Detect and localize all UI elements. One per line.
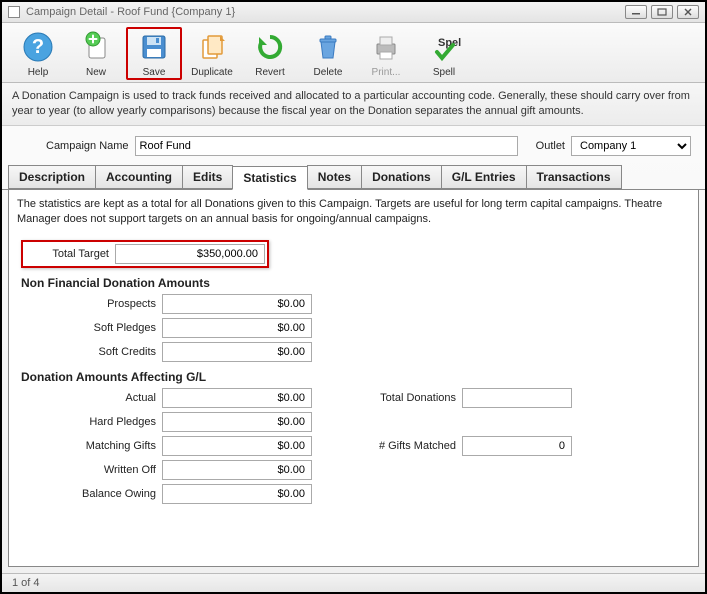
- svg-text:?: ?: [32, 36, 44, 58]
- section-gl: Donation Amounts Affecting G/L: [21, 370, 690, 384]
- outlet-label: Outlet: [536, 140, 565, 152]
- spell-button[interactable]: Spell Spell: [416, 27, 472, 80]
- written-off-label: Written Off: [17, 464, 162, 476]
- delete-label: Delete: [300, 67, 356, 78]
- delete-icon: [310, 29, 346, 65]
- statistics-intro: The statistics are kept as a total for a…: [17, 197, 690, 227]
- help-label: Help: [10, 67, 66, 78]
- revert-button[interactable]: Revert: [242, 27, 298, 80]
- help-button[interactable]: ? Help: [10, 27, 66, 80]
- total-target-input[interactable]: [115, 244, 265, 264]
- outlet-select[interactable]: Company 1: [571, 136, 691, 156]
- revert-label: Revert: [242, 67, 298, 78]
- new-button[interactable]: New: [68, 27, 124, 80]
- header-form: Campaign Name Outlet Company 1: [2, 126, 705, 164]
- total-donations-label: Total Donations: [342, 392, 462, 404]
- save-button[interactable]: Save: [126, 27, 182, 80]
- tab-edits[interactable]: Edits: [182, 165, 233, 189]
- duplicate-icon: [194, 29, 230, 65]
- balance-owing-label: Balance Owing: [17, 488, 162, 500]
- actual-label: Actual: [17, 392, 162, 404]
- tab-accounting[interactable]: Accounting: [95, 165, 183, 189]
- delete-button[interactable]: Delete: [300, 27, 356, 80]
- statusbar: 1 of 4: [2, 573, 705, 592]
- tab-notes[interactable]: Notes: [307, 165, 362, 189]
- print-icon: [368, 29, 404, 65]
- toolbar: ? Help New Save Duplicate Rever: [2, 23, 705, 83]
- matching-gifts-input[interactable]: [162, 436, 312, 456]
- prospects-label: Prospects: [17, 298, 162, 310]
- save-icon: [136, 29, 172, 65]
- duplicate-label: Duplicate: [184, 67, 240, 78]
- revert-icon: [252, 29, 288, 65]
- help-icon: ?: [20, 29, 56, 65]
- tabs: Description Accounting Edits Statistics …: [2, 165, 705, 190]
- gifts-matched-label: # Gifts Matched: [342, 440, 462, 452]
- duplicate-button[interactable]: Duplicate: [184, 27, 240, 80]
- titlebar: Campaign Detail - Roof Fund {Company 1}: [2, 2, 705, 23]
- spell-label: Spell: [416, 67, 472, 78]
- gifts-matched-input[interactable]: [462, 436, 572, 456]
- tab-panel-statistics: The statistics are kept as a total for a…: [8, 189, 699, 567]
- tab-donations[interactable]: Donations: [361, 165, 442, 189]
- new-label: New: [68, 67, 124, 78]
- minimize-button[interactable]: [625, 5, 647, 19]
- written-off-input[interactable]: [162, 460, 312, 480]
- hard-pledges-input[interactable]: [162, 412, 312, 432]
- close-button[interactable]: [677, 5, 699, 19]
- prospects-input[interactable]: [162, 294, 312, 314]
- maximize-button[interactable]: [651, 5, 673, 19]
- campaign-name-label: Campaign Name: [46, 140, 129, 152]
- new-icon: [78, 29, 114, 65]
- tab-description[interactable]: Description: [8, 165, 96, 189]
- soft-credits-input[interactable]: [162, 342, 312, 362]
- campaign-name-input[interactable]: [135, 136, 518, 156]
- spell-icon: Spell: [426, 29, 462, 65]
- soft-credits-label: Soft Credits: [17, 346, 162, 358]
- print-button[interactable]: Print...: [358, 27, 414, 80]
- hard-pledges-label: Hard Pledges: [17, 416, 162, 428]
- actual-input[interactable]: [162, 388, 312, 408]
- window-title: Campaign Detail - Roof Fund {Company 1}: [26, 6, 235, 18]
- titlebar-checkbox[interactable]: [8, 6, 20, 18]
- soft-pledges-input[interactable]: [162, 318, 312, 338]
- save-label: Save: [128, 67, 180, 78]
- balance-owing-input[interactable]: [162, 484, 312, 504]
- matching-gifts-label: Matching Gifts: [17, 440, 162, 452]
- total-target-label: Total Target: [25, 248, 115, 260]
- soft-pledges-label: Soft Pledges: [17, 322, 162, 334]
- total-donations-input[interactable]: [462, 388, 572, 408]
- tab-statistics[interactable]: Statistics: [232, 166, 307, 190]
- tab-transactions[interactable]: Transactions: [526, 165, 622, 189]
- tab-gl-entries[interactable]: G/L Entries: [441, 165, 527, 189]
- print-label: Print...: [358, 67, 414, 78]
- info-text: A Donation Campaign is used to track fun…: [2, 83, 705, 126]
- section-non-financial: Non Financial Donation Amounts: [21, 276, 690, 290]
